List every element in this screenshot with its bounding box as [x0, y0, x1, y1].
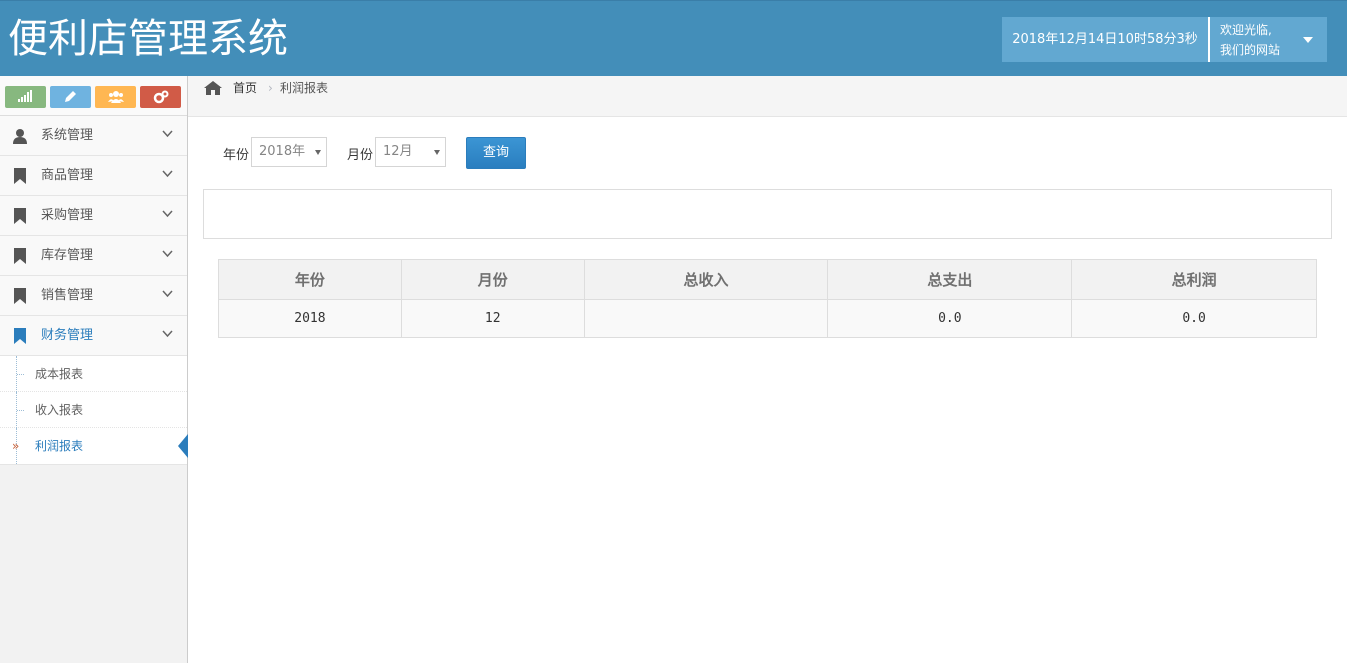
active-indicator-arrow: [178, 434, 188, 458]
brand-title[interactable]: 便利店管理系统: [8, 11, 288, 67]
sidebar-item-system[interactable]: 系统管理: [0, 116, 187, 156]
pencil-icon: [65, 91, 76, 102]
cell-total-income: [583, 299, 829, 338]
sidebar-item-label: 采购管理: [41, 208, 94, 223]
double-angle-right-icon: »: [12, 439, 20, 453]
chevron-down-icon: [162, 170, 173, 178]
site-text: 我们的网站: [1220, 43, 1281, 57]
group-icon: [108, 91, 124, 103]
sidebar-item-label: 商品管理: [41, 168, 94, 183]
sidebar-item-inventory[interactable]: 库存管理: [0, 236, 187, 276]
chart-placeholder-box: [203, 189, 1332, 239]
bookmark-icon: [14, 248, 26, 264]
bookmark-icon: [14, 288, 26, 304]
column-header-year: 年份: [218, 259, 402, 300]
shortcut-group-button[interactable]: [95, 86, 136, 108]
breadcrumb-separator: ›: [268, 81, 273, 95]
breadcrumb-home-link[interactable]: 首页: [233, 76, 257, 100]
cell-year: 2018: [218, 299, 402, 338]
query-button[interactable]: 查询: [466, 137, 526, 169]
bookmark-icon: [14, 328, 26, 344]
month-label: 月份: [347, 148, 374, 163]
column-header-total-profit: 总利润: [1071, 259, 1317, 300]
bookmark-icon: [14, 208, 26, 224]
query-filter: 年份 2018年 月份 12月 查询: [188, 117, 1347, 187]
user-icon: [13, 129, 27, 144]
cell-month: 12: [400, 299, 585, 338]
sidebar-item-label: 库存管理: [41, 248, 94, 263]
chevron-down-icon: [162, 210, 173, 218]
column-header-total-expense: 总支出: [827, 259, 1073, 300]
chevron-down-icon: [162, 130, 173, 138]
home-icon: [204, 81, 222, 95]
finance-submenu: 成本报表 收入报表 » 利润报表: [0, 356, 188, 465]
subitem-label: 利润报表: [35, 439, 84, 453]
user-menu-toggle[interactable]: 欢迎光临, 我们的网站: [1210, 17, 1327, 62]
select-arrow-icon: [315, 150, 321, 155]
table-header-row: 年份 月份 总收入 总支出 总利润: [218, 259, 1317, 300]
subitem-label: 收入报表: [35, 403, 84, 417]
sidebar-item-label: 销售管理: [41, 288, 94, 303]
year-select-value: 2018年: [259, 144, 306, 159]
column-header-total-income: 总收入: [583, 259, 829, 300]
subitem-label: 成本报表: [35, 367, 84, 381]
select-arrow-icon: [434, 150, 440, 155]
month-select[interactable]: 12月: [375, 137, 446, 167]
month-select-value: 12月: [383, 144, 413, 159]
sidebar-item-sales[interactable]: 销售管理: [0, 276, 187, 316]
column-header-month: 月份: [400, 259, 585, 300]
year-label: 年份: [223, 148, 250, 163]
bookmark-icon: [14, 168, 26, 184]
profit-report-table: 年份 月份 总收入 总支出 总利润 2018 12 0.0 0.0: [218, 259, 1317, 338]
sidebar-subitem-cost-report[interactable]: 成本报表: [0, 356, 187, 392]
caret-down-icon: [1303, 37, 1313, 43]
chevron-down-icon: [162, 290, 173, 298]
cell-total-expense: 0.0: [827, 299, 1073, 338]
sidebar-subitem-profit-report[interactable]: » 利润报表: [0, 428, 188, 464]
shortcut-pencil-button[interactable]: [50, 86, 91, 108]
signal-icon: [18, 90, 32, 102]
sidebar-item-label: 系统管理: [41, 128, 94, 143]
current-datetime: 2018年12月14日10时58分3秒: [1002, 17, 1208, 62]
sidebar-item-products[interactable]: 商品管理: [0, 156, 187, 196]
shortcut-cogs-button[interactable]: [140, 86, 181, 108]
chevron-down-icon: [162, 250, 173, 258]
table-row: 2018 12 0.0 0.0: [218, 299, 1317, 338]
top-navbar: 便利店管理系统 2018年12月14日10时58分3秒 欢迎光临, 我们的网站: [0, 0, 1347, 76]
cogs-icon: [153, 90, 169, 104]
shortcut-signal-button[interactable]: [5, 86, 46, 108]
year-select[interactable]: 2018年: [251, 137, 327, 167]
breadcrumb: 首页 › 利润报表: [188, 76, 1347, 117]
sidebar: 系统管理 商品管理 采购管理 库存管理 销售管理 财务管理 成本报表 收入报表 …: [0, 76, 188, 663]
cell-total-profit: 0.0: [1071, 299, 1317, 338]
chevron-down-icon: [162, 330, 173, 338]
sidebar-item-finance[interactable]: 财务管理: [0, 316, 187, 356]
sidebar-item-label: 财务管理: [41, 328, 94, 343]
sidebar-subitem-income-report[interactable]: 收入报表: [0, 392, 187, 428]
sidebar-item-purchase[interactable]: 采购管理: [0, 196, 187, 236]
breadcrumb-current: 利润报表: [280, 81, 329, 95]
sidebar-shortcuts: [0, 76, 187, 116]
